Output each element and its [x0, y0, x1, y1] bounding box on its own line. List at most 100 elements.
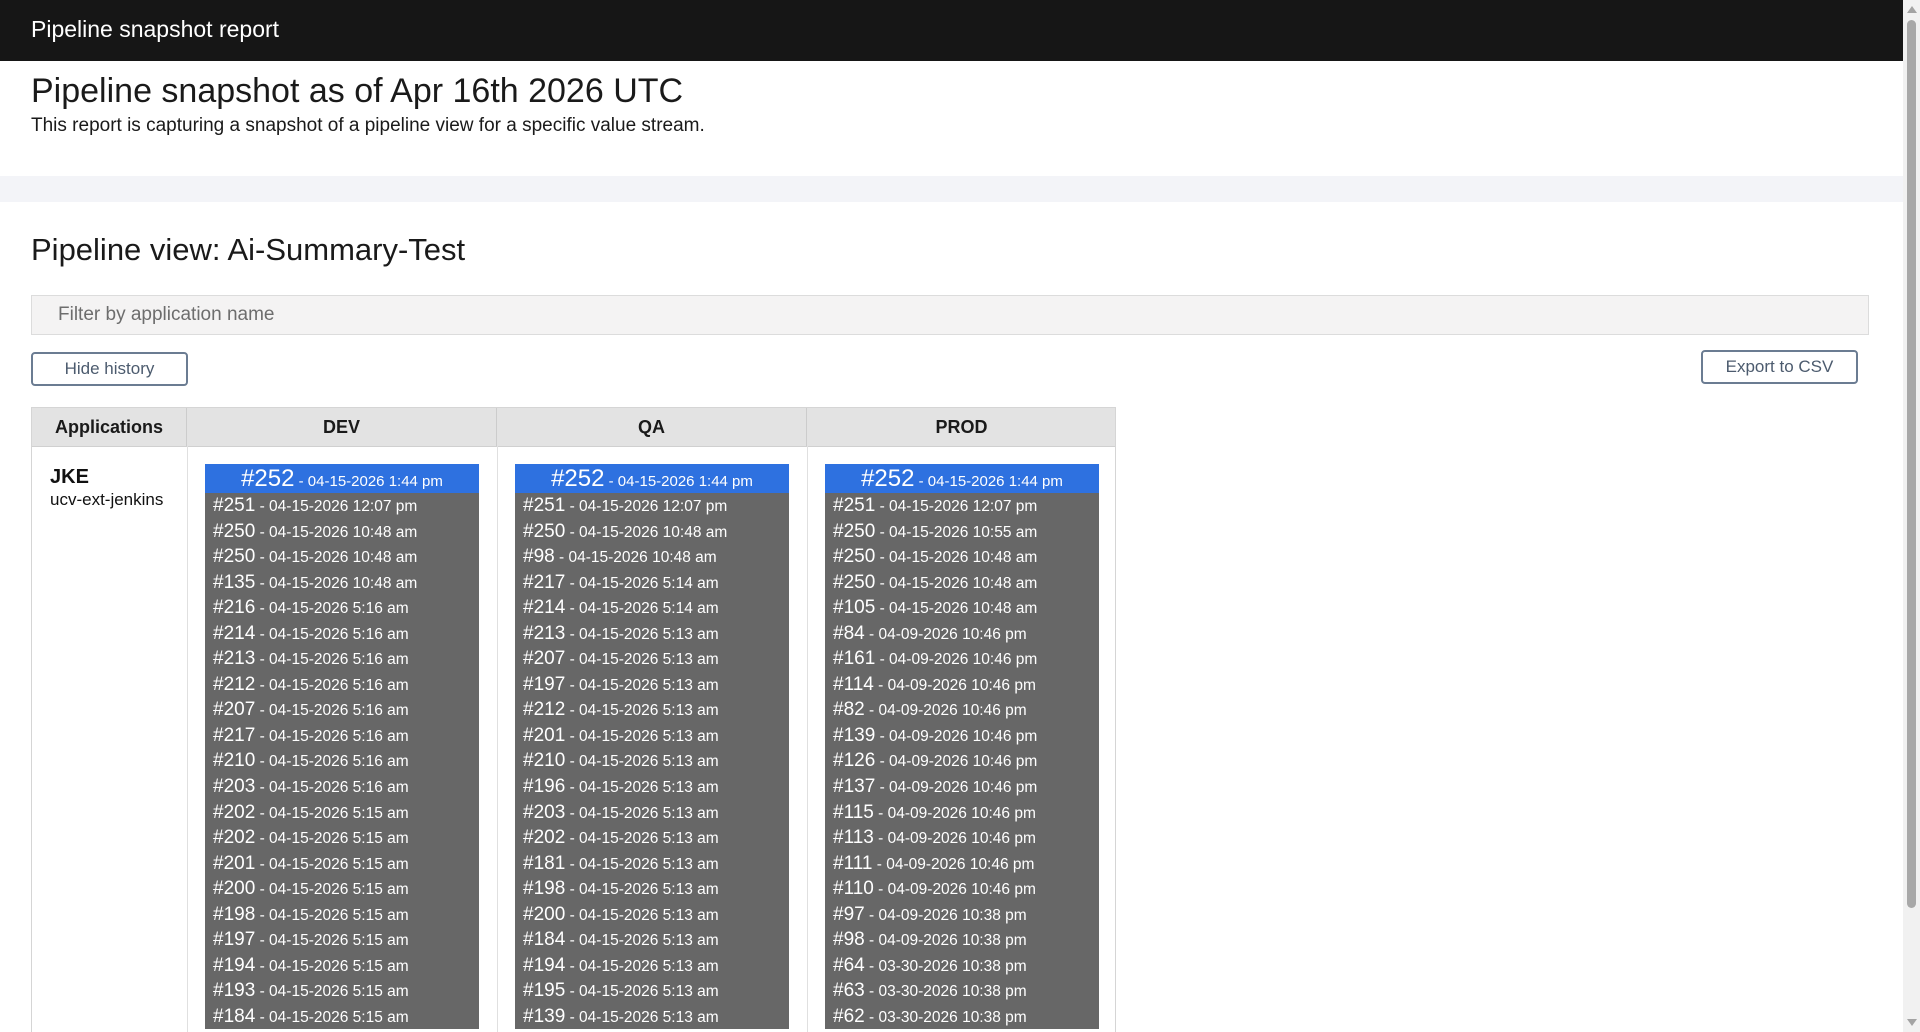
history-build-row[interactable]: #217 - 04-15-2026 5:16 am [205, 723, 479, 749]
history-build-row[interactable]: #203 - 04-15-2026 5:16 am [205, 774, 479, 800]
report-app-title: Pipeline snapshot report [31, 16, 280, 42]
history-build-row[interactable]: #200 - 04-15-2026 5:13 am [515, 902, 789, 928]
build-timestamp: - 04-09-2026 10:46 pm [875, 753, 1038, 771]
history-build-row[interactable]: #212 - 04-15-2026 5:13 am [515, 697, 789, 723]
history-build-row[interactable]: #250 - 04-15-2026 10:48 am [825, 570, 1099, 596]
history-build-row[interactable]: #139 - 04-15-2026 5:13 am [515, 1004, 789, 1030]
top-bar: Pipeline snapshot report [0, 0, 1903, 61]
history-build-row[interactable]: #184 - 04-15-2026 5:13 am [515, 927, 789, 953]
build-timestamp: - 04-09-2026 10:46 pm [864, 702, 1027, 720]
history-build-row[interactable]: #139 - 04-09-2026 10:46 pm [825, 723, 1099, 749]
history-build-row[interactable]: #251 - 04-15-2026 12:07 pm [825, 493, 1099, 519]
history-build-row[interactable]: #250 - 04-15-2026 10:48 am [515, 519, 789, 545]
history-build-row[interactable]: #207 - 04-15-2026 5:13 am [515, 646, 789, 672]
hide-history-button[interactable]: Hide history [31, 352, 188, 386]
build-number: #194 [523, 954, 566, 976]
build-number: #212 [523, 699, 566, 721]
build-timestamp: - 04-15-2026 5:15 am [255, 957, 409, 975]
history-build-row[interactable]: #115 - 04-09-2026 10:46 pm [825, 800, 1099, 826]
build-number: #198 [213, 903, 256, 925]
history-build-row[interactable]: #202 - 04-15-2026 5:15 am [205, 825, 479, 851]
history-build-row[interactable]: #214 - 04-15-2026 5:16 am [205, 621, 479, 647]
build-number: #252 [861, 465, 915, 492]
history-build-row[interactable]: #110 - 04-09-2026 10:46 pm [825, 876, 1099, 902]
history-build-row[interactable]: #193 - 04-15-2026 5:15 am [205, 978, 479, 1004]
history-build-row[interactable]: #161 - 04-09-2026 10:46 pm [825, 646, 1099, 672]
column-divider [187, 446, 188, 1032]
history-build-row[interactable]: #251 - 04-15-2026 12:07 pm [205, 493, 479, 519]
history-build-row[interactable]: #126 - 04-09-2026 10:46 pm [825, 748, 1099, 774]
application-subtitle: ucv-ext-jenkins [50, 490, 164, 509]
history-build-row[interactable]: #250 - 04-15-2026 10:48 am [205, 519, 479, 545]
history-build-row[interactable]: #181 - 04-15-2026 5:13 am [515, 851, 789, 877]
history-build-row[interactable]: #63 - 03-30-2026 10:38 pm [825, 978, 1099, 1004]
history-build-row[interactable]: #213 - 04-15-2026 5:13 am [515, 621, 789, 647]
build-number: #250 [213, 546, 256, 568]
history-build-row[interactable]: #105 - 04-15-2026 10:48 am [825, 595, 1099, 621]
history-build-row[interactable]: #111 - 04-09-2026 10:46 pm [825, 851, 1099, 877]
build-timestamp: - 04-09-2026 10:46 pm [875, 727, 1038, 745]
history-build-row[interactable]: #197 - 04-15-2026 5:15 am [205, 927, 479, 953]
history-build-row[interactable]: #113 - 04-09-2026 10:46 pm [825, 825, 1099, 851]
build-number: #203 [523, 801, 566, 823]
history-build-row[interactable]: #250 - 04-15-2026 10:48 am [205, 544, 479, 570]
build-timestamp: - 04-09-2026 10:46 pm [875, 651, 1038, 669]
build-number: #197 [213, 929, 256, 951]
history-build-row[interactable]: #135 - 04-15-2026 10:48 am [205, 570, 479, 596]
build-timestamp: - 04-15-2026 12:07 pm [255, 498, 418, 515]
history-build-row[interactable]: #200 - 04-15-2026 5:15 am [205, 876, 479, 902]
scroll-down-arrow-icon[interactable] [1907, 1019, 1917, 1026]
scroll-up-arrow-icon[interactable] [1907, 6, 1917, 13]
history-build-row[interactable]: #216 - 04-15-2026 5:16 am [205, 595, 479, 621]
build-timestamp: - 04-15-2026 5:13 am [565, 1008, 719, 1026]
build-number: #201 [213, 852, 256, 874]
history-build-row[interactable]: #203 - 04-15-2026 5:13 am [515, 800, 789, 826]
history-build-row[interactable]: #97 - 04-09-2026 10:38 pm [825, 902, 1099, 928]
history-build-row[interactable]: #196 - 04-15-2026 5:13 am [515, 774, 789, 800]
history-build-row[interactable]: #210 - 04-15-2026 5:13 am [515, 748, 789, 774]
history-build-row[interactable]: #198 - 04-15-2026 5:13 am [515, 876, 789, 902]
history-build-row[interactable]: #114 - 04-09-2026 10:46 pm [825, 672, 1099, 698]
history-build-row[interactable]: #98 - 04-09-2026 10:38 pm [825, 927, 1099, 953]
history-build-row[interactable]: #210 - 04-15-2026 5:16 am [205, 748, 479, 774]
history-build-row[interactable]: #214 - 04-15-2026 5:14 am [515, 595, 789, 621]
history-build-row[interactable]: #98 - 04-15-2026 10:48 am [515, 544, 789, 570]
current-build[interactable]: #252 - 04-15-2026 1:44 pm [825, 464, 1099, 493]
history-build-row[interactable]: #62 - 03-30-2026 10:38 pm [825, 1004, 1099, 1030]
history-build-row[interactable]: #201 - 04-15-2026 5:13 am [515, 723, 789, 749]
build-timestamp: - 04-15-2026 5:13 am [565, 983, 719, 1001]
scrollbar-thumb[interactable] [1907, 20, 1916, 908]
history-build-row[interactable]: #217 - 04-15-2026 5:14 am [515, 570, 789, 596]
export-csv-button[interactable]: Export to CSV [1701, 350, 1858, 384]
current-build[interactable]: #252 - 04-15-2026 1:44 pm [205, 464, 479, 493]
build-number: #194 [213, 954, 256, 976]
history-build-row[interactable]: #84 - 04-09-2026 10:46 pm [825, 621, 1099, 647]
history-build-row[interactable]: #198 - 04-15-2026 5:15 am [205, 902, 479, 928]
history-build-row[interactable]: #251 - 04-15-2026 12:07 pm [515, 493, 789, 519]
history-build-row[interactable]: #194 - 04-15-2026 5:15 am [205, 953, 479, 979]
history-build-row[interactable]: #202 - 04-15-2026 5:15 am [205, 800, 479, 826]
build-timestamp: - 04-15-2026 5:13 am [565, 932, 719, 950]
history-build-row[interactable]: #64 - 03-30-2026 10:38 pm [825, 953, 1099, 979]
history-build-row[interactable]: #250 - 04-15-2026 10:55 am [825, 519, 1099, 545]
build-timestamp: - 04-15-2026 5:14 am [565, 574, 719, 592]
build-timestamp: - 04-15-2026 5:13 am [565, 855, 719, 873]
history-build-row[interactable]: #202 - 04-15-2026 5:13 am [515, 825, 789, 851]
history-build-row[interactable]: #194 - 04-15-2026 5:13 am [515, 953, 789, 979]
history-build-row[interactable]: #250 - 04-15-2026 10:48 am [825, 544, 1099, 570]
filter-input[interactable] [31, 295, 1869, 335]
history-build-row[interactable]: #195 - 04-15-2026 5:13 am [515, 978, 789, 1004]
history-build-row[interactable]: #197 - 04-15-2026 5:13 am [515, 672, 789, 698]
history-build-row[interactable]: #184 - 04-15-2026 5:15 am [205, 1004, 479, 1030]
history-build-row[interactable]: #201 - 04-15-2026 5:15 am [205, 851, 479, 877]
history-build-row[interactable]: #212 - 04-15-2026 5:16 am [205, 672, 479, 698]
build-timestamp: - 04-15-2026 5:13 am [565, 779, 719, 797]
history-build-row[interactable]: #137 - 04-09-2026 10:46 pm [825, 774, 1099, 800]
history-build-row[interactable]: #82 - 04-09-2026 10:46 pm [825, 697, 1099, 723]
build-timestamp: - 04-15-2026 10:48 am [875, 600, 1038, 618]
vertical-scrollbar[interactable] [1903, 0, 1920, 1032]
build-number: #111 [833, 852, 873, 874]
history-build-row[interactable]: #213 - 04-15-2026 5:16 am [205, 646, 479, 672]
current-build[interactable]: #252 - 04-15-2026 1:44 pm [515, 464, 789, 493]
history-build-row[interactable]: #207 - 04-15-2026 5:16 am [205, 697, 479, 723]
